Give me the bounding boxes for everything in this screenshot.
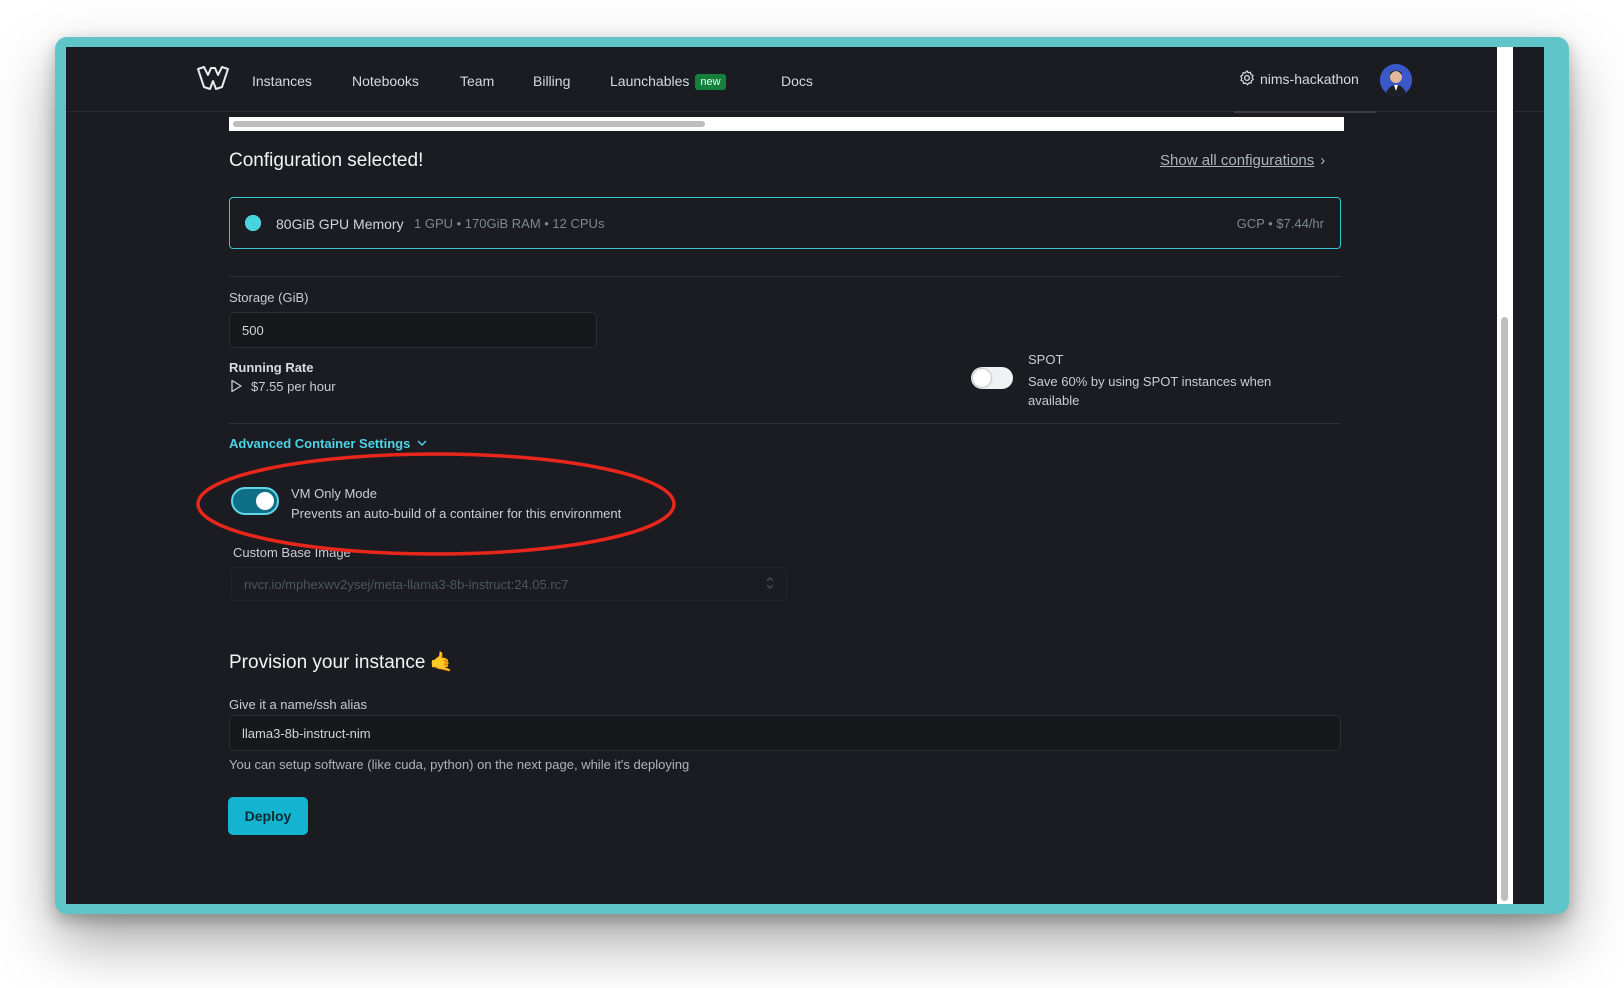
running-rate-label: Running Rate <box>229 360 314 375</box>
play-icon <box>231 379 242 393</box>
alias-label: Give it a name/ssh alias <box>229 697 368 712</box>
horizontal-scrollbar[interactable] <box>229 117 1344 131</box>
highlight-annotation <box>196 452 676 556</box>
running-rate-value: $7.55 per hour <box>251 379 336 394</box>
alias-input[interactable] <box>229 715 1341 751</box>
storage-input[interactable] <box>229 312 597 348</box>
vertical-scrollbar-thumb[interactable] <box>1501 317 1508 901</box>
top-nav: Instances Notebooks Team Billing Launcha… <box>66 47 1544 113</box>
gear-icon <box>1240 70 1254 86</box>
nav-launchables-label: Launchables <box>610 73 690 89</box>
app-window: Instances Notebooks Team Billing Launcha… <box>66 47 1544 904</box>
spot-title: SPOT <box>1028 352 1064 367</box>
provision-heading: Provision your instance 🤙 <box>229 650 453 674</box>
spot-description: Save 60% by using SPOT instances when av… <box>1028 374 1272 408</box>
divider <box>229 276 1341 277</box>
spot-toggle[interactable] <box>971 367 1013 389</box>
custom-base-image-value: nvcr.io/mphexwv2ysej/meta-llama3-8b-inst… <box>244 577 569 592</box>
horizontal-scrollbar-thumb[interactable] <box>233 121 705 127</box>
nav-launchables[interactable]: Launchables new <box>610 73 726 90</box>
avatar-image <box>1380 64 1412 96</box>
show-all-configurations-link[interactable]: Show all configurations › <box>1160 152 1325 169</box>
nav-docs[interactable]: Docs <box>781 73 813 89</box>
brev-logo-icon[interactable] <box>196 65 230 93</box>
provision-heading-label: Provision your instance <box>229 652 426 673</box>
show-all-label: Show all configurations <box>1160 152 1315 169</box>
divider <box>229 423 1341 424</box>
alias-help-text: You can setup software (like cuda, pytho… <box>229 757 690 772</box>
chevron-right-icon: › <box>1320 152 1326 169</box>
storage-label: Storage (GiB) <box>229 290 309 305</box>
selected-config-card[interactable]: 80GiB GPU Memory 1 GPU • 170GiB RAM • 12… <box>229 197 1341 249</box>
chevron-down-icon <box>417 440 427 447</box>
config-specs: 1 GPU • 170GiB RAM • 12 CPUs <box>414 216 605 231</box>
call-me-hand-icon: 🤙 <box>429 652 454 673</box>
running-rate: $7.55 per hour <box>229 379 336 394</box>
nav-instances[interactable]: Instances <box>252 73 312 89</box>
deploy-button[interactable]: Deploy <box>228 797 308 835</box>
nav-team[interactable]: Team <box>460 73 494 89</box>
config-gpu-memory: 80GiB GPU Memory <box>276 216 404 232</box>
nav-notebooks[interactable]: Notebooks <box>352 73 419 89</box>
user-avatar[interactable] <box>1380 64 1412 96</box>
nav-billing[interactable]: Billing <box>533 73 570 89</box>
org-name: nims-hackathon <box>1260 71 1359 87</box>
config-radio-selected[interactable] <box>245 215 261 231</box>
vertical-scrollbar[interactable] <box>1497 47 1513 904</box>
config-price: GCP • $7.44/hr <box>1236 216 1324 231</box>
new-badge: new <box>695 74 726 90</box>
org-selector[interactable]: nims-hackathon <box>1234 67 1376 113</box>
config-heading: Configuration selected! <box>229 150 424 171</box>
select-updown-icon <box>766 577 774 589</box>
custom-base-image-select[interactable]: nvcr.io/mphexwv2ysej/meta-llama3-8b-inst… <box>231 567 787 601</box>
